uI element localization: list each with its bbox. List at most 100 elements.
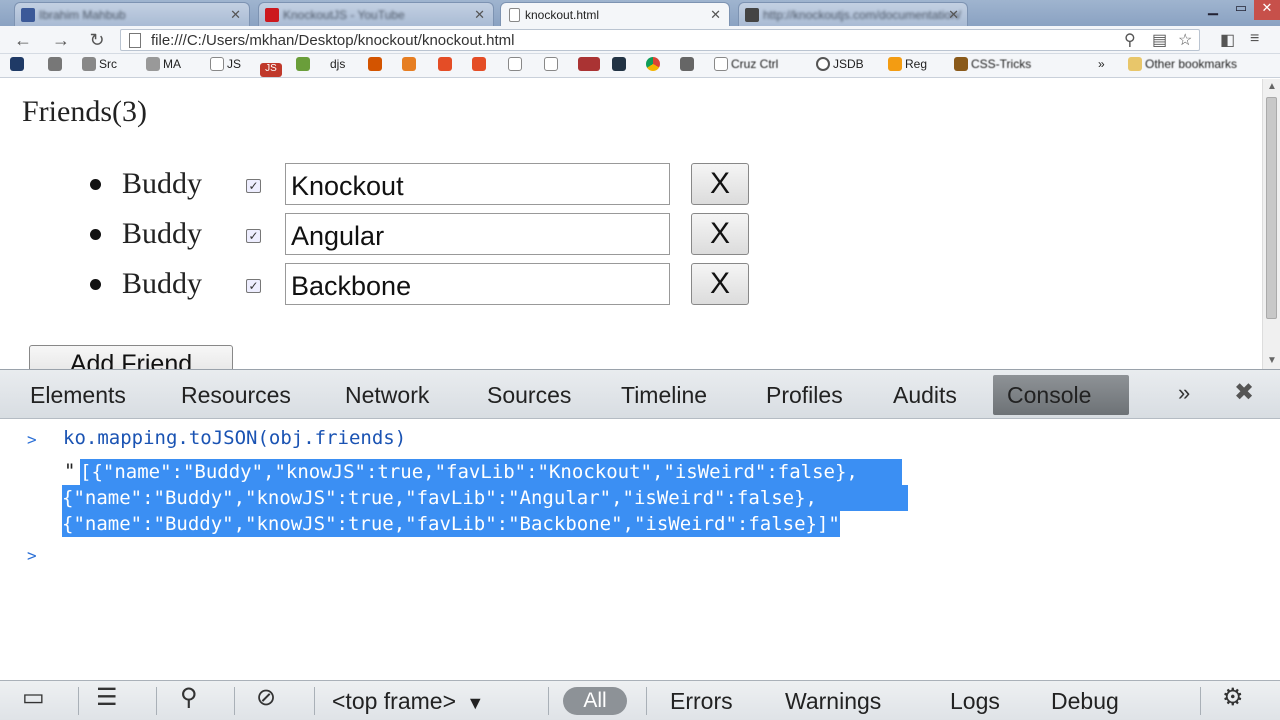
- divider: [1200, 687, 1201, 715]
- bookmark-icon[interactable]: [508, 57, 525, 75]
- browser-tab-active[interactable]: knockout.html ✕: [500, 2, 730, 26]
- gear-icon[interactable]: ⚙: [1222, 683, 1244, 712]
- bookmark-icon[interactable]: [612, 57, 629, 75]
- browser-tab[interactable]: Ibrahim Mahbub ✕: [14, 2, 250, 26]
- close-devtools-icon[interactable]: ✖: [1234, 378, 1254, 407]
- page-icon: [509, 8, 520, 22]
- bookmark-js[interactable]: JS: [210, 57, 241, 75]
- tab-profiles[interactable]: Profiles: [752, 375, 857, 415]
- scroll-up-icon[interactable]: ▲: [1267, 81, 1277, 92]
- url-text: file:///C:/Users/mkhan/Desktop/knockout/…: [151, 32, 515, 49]
- filter-all[interactable]: All: [563, 687, 627, 715]
- result-line: {"name":"Buddy","knowJS":true,"favLib":"…: [62, 485, 908, 511]
- forward-button[interactable]: →: [50, 29, 72, 51]
- window-close-button[interactable]: ✕: [1254, 0, 1280, 20]
- show-drawer-icon[interactable]: ☰: [96, 683, 118, 712]
- remove-friend-button[interactable]: X: [691, 163, 749, 205]
- filter-warnings[interactable]: Warnings: [785, 685, 881, 717]
- search-icon[interactable]: ⚲: [1124, 30, 1136, 50]
- close-icon[interactable]: ✕: [230, 7, 241, 23]
- tab-elements[interactable]: Elements: [16, 375, 140, 415]
- html5-icon[interactable]: [438, 57, 455, 75]
- bookmark-icon[interactable]: [368, 57, 385, 75]
- prompt-icon[interactable]: >: [27, 546, 37, 565]
- tab-timeline[interactable]: Timeline: [607, 375, 721, 415]
- bookmark-src[interactable]: Src: [82, 57, 117, 75]
- page-action-icon[interactable]: ▤: [1152, 30, 1167, 50]
- friend-name: Buddy: [122, 267, 203, 300]
- prompt-icon: >: [27, 430, 37, 449]
- bookmark-css-tricks[interactable]: CSS-Tricks: [954, 57, 1031, 75]
- friend-list-item: Buddy ✓ X: [0, 213, 800, 257]
- dock-icon[interactable]: ▭: [22, 683, 45, 712]
- scrollbar-thumb[interactable]: [1266, 97, 1277, 319]
- fav-lib-input[interactable]: [285, 213, 670, 255]
- console-result[interactable]: [{"name":"Buddy","knowJS":true,"favLib":…: [62, 459, 1225, 537]
- tab-audits[interactable]: Audits: [879, 375, 971, 415]
- bookmark-reg[interactable]: Reg: [888, 57, 927, 75]
- console-panel[interactable]: > ko.mapping.toJSON(obj.friends) " [{"na…: [0, 420, 1280, 680]
- fav-lib-input[interactable]: [285, 263, 670, 305]
- bookmark-ma[interactable]: MA: [146, 57, 181, 75]
- browser-toolbar: ← → ↻ file:///C:/Users/mkhan/Desktop/kno…: [0, 26, 1280, 54]
- bullet: [90, 279, 101, 290]
- console-status-bar: ▭ ☰ ⚲ ⊘ <top frame> ▼ All Errors Warning…: [0, 680, 1280, 720]
- bookmarks-overflow-icon[interactable]: »: [1098, 57, 1105, 75]
- browser-tab[interactable]: KnockoutJS - YouTube ✕: [258, 2, 494, 26]
- filter-errors[interactable]: Errors: [670, 685, 733, 717]
- bookmarks-bar: Src MA JS JS djs Cruz Ctrl JSDB Reg CSS-…: [0, 54, 1280, 78]
- back-button[interactable]: ←: [12, 29, 34, 51]
- know-js-checkbox[interactable]: ✓: [246, 229, 261, 243]
- tab-resources[interactable]: Resources: [167, 375, 305, 415]
- tab-console[interactable]: Console: [993, 375, 1129, 415]
- bookmark-cruz-ctrl[interactable]: Cruz Ctrl: [714, 57, 778, 75]
- bookmark-icon[interactable]: [472, 57, 489, 75]
- browser-tab-strip: Ibrahim Mahbub ✕ KnockoutJS - YouTube ✕ …: [0, 0, 1280, 26]
- frame-select[interactable]: <top frame> ▼: [332, 685, 484, 717]
- reload-button[interactable]: ↻: [86, 29, 108, 51]
- bookmark-icon[interactable]: [578, 57, 603, 75]
- star-icon[interactable]: ☆: [1178, 30, 1192, 50]
- bookmark-icon[interactable]: [48, 57, 65, 75]
- extension-icon[interactable]: ◧: [1220, 30, 1235, 50]
- bookmark-other[interactable]: Other bookmarks: [1128, 57, 1237, 75]
- filter-logs[interactable]: Logs: [950, 685, 1000, 717]
- tab-network[interactable]: Network: [331, 375, 443, 415]
- close-icon[interactable]: ✕: [474, 7, 485, 23]
- remove-friend-button[interactable]: X: [691, 213, 749, 255]
- bookmark-icon[interactable]: [680, 57, 697, 75]
- know-js-checkbox[interactable]: ✓: [246, 179, 261, 193]
- scroll-down-icon[interactable]: ▼: [1267, 355, 1277, 366]
- address-bar[interactable]: file:///C:/Users/mkhan/Desktop/knockout/…: [120, 29, 1200, 51]
- more-tabs-icon[interactable]: »: [1178, 380, 1190, 406]
- fav-lib-input[interactable]: [285, 163, 670, 205]
- bookmark-djs[interactable]: djs: [330, 57, 345, 75]
- console-command: ko.mapping.toJSON(obj.friends): [63, 427, 407, 449]
- tab-sources[interactable]: Sources: [473, 375, 585, 415]
- add-friend-button[interactable]: Add Friend: [29, 345, 233, 369]
- youtube-icon: [265, 8, 279, 22]
- clear-console-icon[interactable]: ⊘: [256, 683, 276, 712]
- bookmark-icon[interactable]: [296, 57, 313, 75]
- bookmark-icon[interactable]: [10, 57, 27, 75]
- filter-debug[interactable]: Debug: [1051, 685, 1119, 717]
- page-scrollbar[interactable]: ▲ ▼: [1262, 79, 1280, 369]
- menu-icon[interactable]: ≡: [1250, 30, 1259, 48]
- close-icon[interactable]: ✕: [948, 7, 959, 23]
- divider: [548, 687, 549, 715]
- bookmark-js-red[interactable]: JS: [260, 57, 285, 77]
- bookmark-icon[interactable]: [402, 57, 419, 75]
- maximize-button[interactable]: ▭: [1228, 0, 1254, 20]
- chrome-icon[interactable]: [646, 57, 663, 75]
- friend-list-item: Buddy ✓ X: [0, 163, 800, 207]
- bookmark-icon[interactable]: [544, 57, 561, 75]
- minimize-button[interactable]: ▁: [1200, 0, 1226, 20]
- chevron-down-icon: ▼: [466, 693, 485, 713]
- close-icon[interactable]: ✕: [710, 7, 721, 23]
- browser-tab[interactable]: http://knockoutjs.com/documentation/ ✕: [738, 2, 968, 26]
- remove-friend-button[interactable]: X: [691, 263, 749, 305]
- know-js-checkbox[interactable]: ✓: [246, 279, 261, 293]
- bookmark-jsdb[interactable]: JSDB: [816, 57, 864, 75]
- search-icon[interactable]: ⚲: [180, 683, 198, 712]
- tab-title: KnockoutJS - YouTube: [283, 8, 405, 22]
